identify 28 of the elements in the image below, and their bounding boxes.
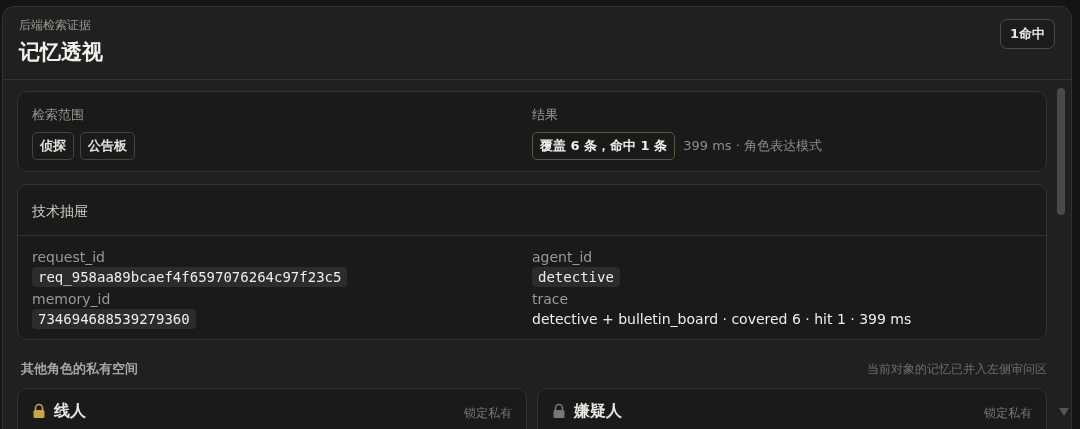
lock-icon (32, 403, 46, 419)
panel-title: 记忆透视 (19, 39, 103, 66)
role-status: 锁定私有 (984, 405, 1032, 422)
field-value: req_958aa89bcaef4f6597076264c97f23c5 (32, 267, 348, 287)
lock-icon (552, 403, 566, 419)
scroll-down-icon[interactable] (1059, 408, 1069, 416)
result-note: 399 ms · 角色表达模式 (683, 137, 822, 155)
field-label: trace (532, 291, 569, 307)
scrollbar-thumb[interactable] (1057, 88, 1065, 215)
section-title: 其他角色的私有空间 (21, 360, 138, 378)
role-name: 线人 (54, 401, 86, 422)
field-value: detective + bulletin_board · covered 6 · hit 1 · 399 ms (532, 310, 912, 329)
hit-count-badge: 1命中 (999, 19, 1055, 49)
field-value: 734694688539279360 (32, 309, 196, 329)
result-label: 结果 (532, 106, 559, 124)
section-note: 当前对象的记忆已并入左侧审问区 (867, 360, 1047, 378)
role-name: 嫌疑人 (574, 401, 622, 422)
field-label: memory_id (32, 291, 111, 307)
scope-label: 检索范围 (32, 106, 85, 124)
role-status: 锁定私有 (464, 405, 512, 422)
scope-tag: 公告板 (80, 132, 135, 160)
drawer-title: 技术抽屉 (18, 185, 1046, 236)
result-tag: 覆盖 6 条，命中 1 条 (532, 132, 676, 160)
field-value: detective (532, 267, 620, 287)
scope-tag: 侦探 (32, 132, 74, 160)
panel-eyebrow: 后端检索证据 (19, 17, 92, 34)
field-label: agent_id (532, 249, 593, 265)
field-label: request_id (32, 249, 105, 265)
